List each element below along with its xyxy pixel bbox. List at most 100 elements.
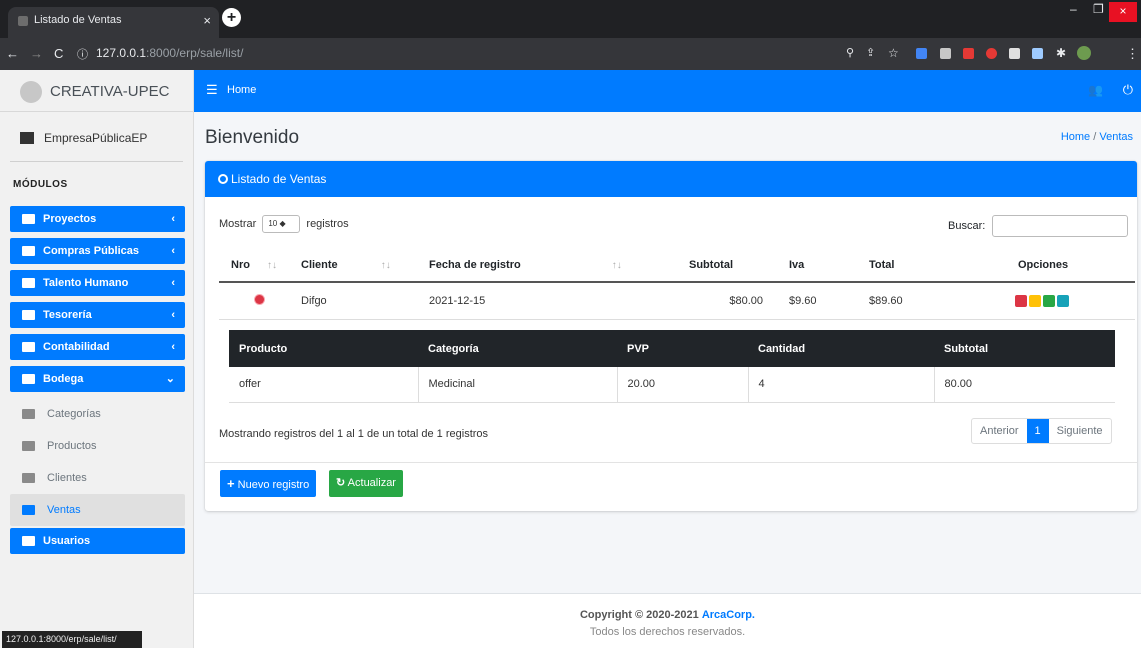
invoice-button[interactable]: [1057, 294, 1069, 307]
extension-icon[interactable]: [963, 48, 974, 59]
sidebar-subitem-label: Ventas: [47, 504, 81, 516]
url-field[interactable]: 127.0.0.1:8000/erp/sale/list/: [96, 46, 243, 60]
new-record-button[interactable]: + Nuevo registro: [220, 470, 317, 497]
sidebar-item-tesoreria[interactable]: Tesorería ‹: [10, 302, 185, 328]
back-icon[interactable]: ←: [6, 46, 19, 61]
edit-button[interactable]: [1029, 294, 1041, 307]
search-icon: [218, 174, 228, 184]
sidebar-item-label: Usuarios: [43, 535, 91, 547]
card-title: Listado de Ventas: [231, 172, 327, 186]
zoom-icon[interactable]: ⚲: [846, 46, 854, 59]
sidebar-item-compras[interactable]: Compras Públicas ‹: [10, 238, 185, 264]
extension-icon[interactable]: [916, 48, 927, 59]
menu-dots-icon[interactable]: ⋮: [1126, 46, 1139, 62]
footer-company-link[interactable]: ArcaCorp.: [702, 609, 755, 621]
pagination-next[interactable]: Siguiente: [1049, 419, 1111, 443]
sales-list-card: Listado de Ventas Mostrar 10 ◆ registros…: [205, 161, 1137, 511]
sales-table: Nro ↑↓ Cliente ↑↓ Fecha de registro ↑↓ S…: [219, 248, 1135, 320]
tab-title: Listado de Ventas: [34, 14, 122, 26]
window-close-icon[interactable]: ×: [1109, 2, 1137, 22]
sidebar-subitem-categorias[interactable]: Categorías: [10, 398, 185, 430]
pagination-prev[interactable]: Anterior: [972, 419, 1027, 443]
detail-cell: 20.00: [617, 367, 749, 403]
cart-icon: [22, 505, 35, 515]
page-length-select[interactable]: 10 ◆: [262, 215, 301, 233]
cell-iva: $9.60: [777, 282, 857, 320]
sidebar-subitem-productos[interactable]: Productos: [10, 430, 185, 462]
brand-link[interactable]: CREATIVA-UPEC: [0, 70, 193, 112]
restore-icon[interactable]: ❐: [1093, 2, 1104, 16]
modules-header: MÓDULOS: [13, 179, 68, 190]
sidebar-item-proyectos[interactable]: Proyectos ‹: [10, 206, 185, 232]
sidebar-subitem-ventas[interactable]: Ventas: [10, 494, 185, 526]
profile-avatar[interactable]: [1077, 46, 1091, 60]
minimize-icon[interactable]: –: [1070, 2, 1077, 16]
reload-icon[interactable]: C: [54, 46, 63, 61]
sidebar-subitem-clientes[interactable]: Clientes: [10, 462, 185, 494]
share-icon[interactable]: ⇪: [866, 46, 875, 59]
column-header[interactable]: Subtotal: [677, 248, 777, 283]
info-icon[interactable]: ⓘ: [77, 46, 88, 62]
plus-icon: +: [227, 476, 235, 491]
extension-icon[interactable]: [1009, 48, 1020, 59]
topbar: ☰ Home 👥 ⏻: [194, 70, 1141, 112]
chevron-left-icon: ‹: [171, 277, 175, 289]
cell-fecha: 2021-12-15: [417, 282, 677, 320]
detail-cell: offer: [229, 367, 419, 403]
chevron-down-icon: ⌄: [165, 373, 175, 385]
book-icon: [22, 342, 35, 352]
sidebar-item-label: Bodega: [43, 373, 84, 385]
show-suffix: registros: [306, 217, 349, 230]
search-label: Buscar:: [948, 219, 986, 232]
topbar-home-link[interactable]: Home: [227, 84, 256, 96]
new-tab-button[interactable]: +: [222, 8, 241, 27]
column-header[interactable]: Fecha de registro ↑↓: [417, 248, 677, 283]
view-button[interactable]: [1043, 294, 1055, 307]
pagination-page[interactable]: 1: [1026, 419, 1049, 443]
sidebar-subitem-label: Productos: [47, 440, 97, 452]
bookmark-star-icon[interactable]: ☆: [888, 46, 899, 60]
brand-name: CREATIVA-UPEC: [50, 82, 170, 100]
column-header[interactable]: Nro ↑↓: [219, 248, 289, 283]
brand-logo: [20, 81, 42, 103]
extension-icon[interactable]: [1032, 48, 1043, 59]
sidebar-item-usuarios[interactable]: Usuarios: [10, 528, 185, 554]
sidebar-item-bodega[interactable]: Bodega ⌄: [10, 366, 185, 392]
box-icon: [22, 374, 35, 384]
column-header[interactable]: Iva: [777, 248, 857, 283]
search-control: Buscar:: [948, 215, 1129, 237]
column-header[interactable]: Total: [857, 248, 951, 283]
sidebar-subitem-label: Clientes: [47, 472, 87, 484]
breadcrumb-home[interactable]: Home: [1061, 131, 1090, 143]
company-name: EmpresaPúblicaEP: [44, 131, 148, 145]
power-icon[interactable]: ⏻: [1123, 82, 1133, 98]
puzzle-icon[interactable]: ✱: [1056, 46, 1066, 60]
sidebar-item-contabilidad[interactable]: Contabilidad ‹: [10, 334, 185, 360]
extension-icon[interactable]: [940, 48, 951, 59]
delete-button[interactable]: [1015, 294, 1027, 307]
extension-icon[interactable]: [986, 48, 997, 59]
users-cog-icon[interactable]: 👥: [1088, 83, 1103, 97]
collapse-row-icon[interactable]: [255, 294, 264, 304]
sidebar-item-talento[interactable]: Talento Humano ‹: [10, 270, 185, 296]
favicon-icon: [18, 16, 28, 26]
sidebar-item-label: Contabilidad: [43, 341, 110, 353]
forward-icon[interactable]: →: [30, 46, 43, 61]
detail-column-header: Categoría: [418, 330, 617, 367]
cell-total: $89.60: [857, 282, 951, 320]
table-row: Difgo 2021-12-15 $80.00 $9.60 $89.60: [219, 282, 1135, 320]
company-icon: [20, 132, 34, 144]
tab-close-icon[interactable]: ×: [203, 7, 211, 34]
table-info: Mostrando registros del 1 al 1 de un tot…: [219, 428, 489, 440]
card-header: Listado de Ventas: [205, 161, 1137, 197]
sidebar-subitem-label: Categorías: [47, 408, 101, 420]
refresh-button[interactable]: ↻ Actualizar: [329, 470, 403, 497]
page-title: Bienvenido: [205, 127, 300, 148]
search-input[interactable]: [992, 215, 1129, 237]
chevron-left-icon: ‹: [171, 341, 175, 353]
browser-tab[interactable]: Listado de Ventas ×: [8, 7, 219, 38]
show-prefix: Mostrar: [219, 217, 257, 230]
company-panel[interactable]: EmpresaPúblicaEP: [10, 112, 183, 162]
hamburger-icon[interactable]: ☰: [206, 82, 218, 98]
column-header[interactable]: Cliente ↑↓: [289, 248, 417, 283]
